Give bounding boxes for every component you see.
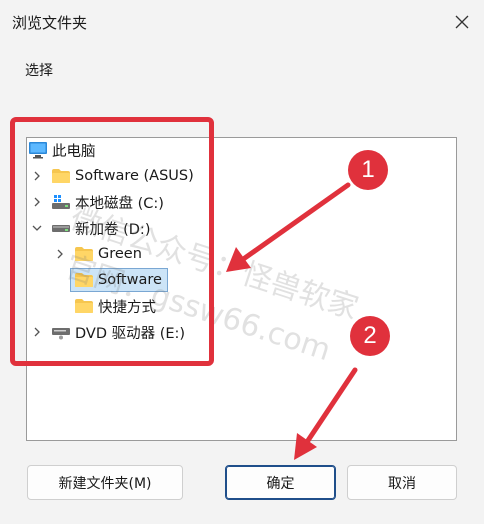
tree-item-software[interactable]: Software: [74, 268, 162, 292]
annotation-badge-1: 1: [348, 150, 388, 190]
tree-item-new-volume-d[interactable]: 新加卷 (D:): [31, 216, 150, 240]
tree-item-software-asus[interactable]: Software (ASUS): [31, 164, 194, 188]
chevron-right-icon[interactable]: [54, 248, 66, 260]
annotation-badge-2: 2: [350, 316, 390, 356]
window-title: 浏览文件夹: [12, 14, 88, 32]
tree-item-label: Green: [98, 246, 142, 262]
tree-item-label: 此电脑: [52, 143, 96, 160]
folder-icon: [74, 297, 94, 315]
prompt-label: 选择: [25, 63, 53, 79]
tree-item-this-pc[interactable]: 此电脑: [28, 138, 96, 162]
close-icon: [455, 15, 469, 29]
computer-icon: [28, 141, 48, 159]
chevron-right-icon[interactable]: [31, 196, 43, 208]
tree-item-label: 快捷方式: [98, 299, 156, 316]
tree-item-label: 新加卷 (D:): [75, 221, 151, 238]
folder-icon: [51, 167, 71, 185]
chevron-right-icon[interactable]: [31, 326, 43, 338]
close-button[interactable]: [446, 6, 478, 38]
tree-item-local-disk-c[interactable]: 本地磁盘 (C:): [31, 190, 164, 214]
chevron-right-icon[interactable]: [31, 170, 43, 182]
new-folder-button[interactable]: 新建文件夹(M): [27, 465, 183, 500]
windows-drive-icon: [51, 193, 71, 211]
tree-item-green[interactable]: Green: [54, 242, 142, 266]
cancel-button[interactable]: 取消: [347, 465, 457, 500]
tree-item-dvd-drive-e[interactable]: DVD 驱动器 (E:): [31, 320, 185, 344]
folder-icon: [74, 245, 94, 263]
tree-item-label: Software (ASUS): [75, 168, 194, 184]
drive-icon: [51, 219, 71, 237]
tree-item-label: Software: [98, 272, 162, 288]
tree-item-label: 本地磁盘 (C:): [75, 195, 164, 212]
browse-folder-dialog: 浏览文件夹 选择 此电脑 Software (ASUS) 本地磁盘 (C:) 新…: [0, 0, 484, 524]
tree-item-label: DVD 驱动器 (E:): [75, 325, 186, 342]
ok-button[interactable]: 确定: [225, 465, 336, 500]
tree-item-shortcuts[interactable]: 快捷方式: [74, 294, 156, 318]
dvd-drive-icon: [51, 323, 71, 341]
folder-icon: [74, 271, 94, 289]
chevron-down-icon[interactable]: [31, 222, 43, 234]
title-bar: 浏览文件夹: [0, 0, 484, 44]
